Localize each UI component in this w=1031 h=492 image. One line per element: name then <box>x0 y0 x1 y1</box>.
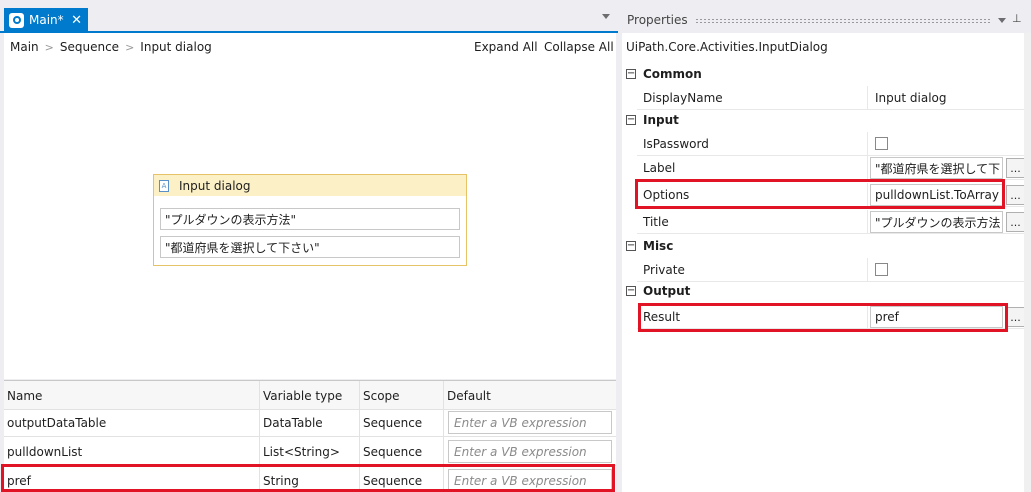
tab-list-dropdown-icon[interactable] <box>602 14 610 19</box>
dialog-title-field[interactable]: "プルダウンの表示方法" <box>160 208 460 230</box>
workflow-designer: Main* ✕ Main > Sequence > Input dialog E… <box>0 0 618 492</box>
table-row[interactable]: outputDataTable DataTable Sequence Enter… <box>4 408 616 437</box>
variable-name[interactable]: outputDataTable <box>4 408 260 437</box>
column-divider <box>867 210 868 234</box>
document-tab-strip: Main* ✕ <box>0 0 618 33</box>
property-name: Label <box>643 161 676 175</box>
column-header-scope[interactable]: Scope <box>360 381 444 410</box>
property-name: Result <box>643 310 681 324</box>
table-row[interactable]: pulldownList List<String> Sequence Enter… <box>4 437 616 466</box>
property-name: IsPassword <box>643 137 709 151</box>
column-header-default[interactable]: Default <box>444 381 616 410</box>
panel-menu-dropdown-icon[interactable] <box>998 18 1006 23</box>
variable-type[interactable]: String <box>260 466 360 492</box>
column-divider <box>867 132 868 156</box>
variable-name[interactable]: pulldownList <box>4 437 260 466</box>
tab-main[interactable]: Main* ✕ <box>4 8 88 32</box>
ispassword-checkbox[interactable] <box>875 137 888 150</box>
category-label: Common <box>643 67 702 81</box>
workflow-icon <box>9 12 24 28</box>
title-ellipsis-button[interactable]: ... <box>1006 212 1025 232</box>
default-value-input[interactable]: Enter a VB expression <box>448 469 612 492</box>
column-divider <box>867 305 868 329</box>
table-row[interactable]: pref String Sequence Enter a VB expressi… <box>4 466 616 492</box>
properties-panel: Properties ⊥ UiPath.Core.Activities.Inpu… <box>622 7 1031 492</box>
pin-icon[interactable]: ⊥ <box>1012 12 1022 25</box>
category-misc[interactable]: − Misc <box>622 235 1026 257</box>
expand-all-link[interactable]: Expand All <box>474 40 538 54</box>
property-row-options[interactable]: Options pulldownList.ToArray ... <box>637 183 1028 207</box>
variables-header-row: Name Variable type Scope Default <box>4 381 616 410</box>
input-dialog-icon: A <box>159 179 169 192</box>
activity-title: Input dialog <box>179 178 251 193</box>
property-row-title[interactable]: Title "プルダウンの表示方法 ... <box>637 210 1028 234</box>
breadcrumb: Main > Sequence > Input dialog <box>10 40 212 54</box>
column-header-name[interactable]: Name <box>4 381 260 410</box>
input-label-field[interactable]: "都道府県を選択して下さい" <box>160 236 460 258</box>
panel-grip[interactable] <box>695 18 990 23</box>
variable-type[interactable]: DataTable <box>260 408 360 437</box>
collapse-icon[interactable]: − <box>626 69 636 79</box>
chevron-right-icon: > <box>125 40 135 54</box>
property-name: DisplayName <box>643 91 723 105</box>
chevron-right-icon: > <box>44 40 54 54</box>
column-header-variable-type[interactable]: Variable type <box>260 381 360 410</box>
label-ellipsis-button[interactable]: ... <box>1006 158 1025 178</box>
variable-scope[interactable]: Sequence <box>360 466 444 492</box>
property-row-result[interactable]: Result pref ... <box>637 305 1028 329</box>
variable-name[interactable]: pref <box>4 466 260 492</box>
default-value-input[interactable]: Enter a VB expression <box>448 411 612 434</box>
variable-scope[interactable]: Sequence <box>360 408 444 437</box>
property-row-private[interactable]: Private <box>637 258 1028 282</box>
category-output[interactable]: − Output <box>622 280 1026 302</box>
breadcrumb-item-input-dialog[interactable]: Input dialog <box>140 40 211 54</box>
column-divider <box>867 183 868 207</box>
close-icon[interactable]: ✕ <box>71 13 82 28</box>
default-value-input[interactable]: Enter a VB expression <box>448 440 612 463</box>
designer-canvas[interactable]: Main > Sequence > Input dialog Expand Al… <box>4 33 616 379</box>
options-input[interactable]: pulldownList.ToArray <box>870 184 1003 206</box>
result-input[interactable]: pref <box>870 306 1003 328</box>
column-divider <box>867 156 868 180</box>
properties-scrollbar[interactable] <box>1024 33 1031 492</box>
tab-main-label: Main* <box>29 13 64 27</box>
category-label: Misc <box>643 239 674 253</box>
properties-title-bar: Properties ⊥ <box>622 7 1031 33</box>
category-input[interactable]: − Input <box>622 109 1026 131</box>
category-label: Output <box>643 284 691 298</box>
property-row-label[interactable]: Label "都道府県を選択して下 ... <box>637 156 1028 180</box>
category-common[interactable]: − Common <box>622 63 1026 85</box>
property-name: Title <box>643 215 669 229</box>
private-checkbox[interactable] <box>875 263 888 276</box>
label-input[interactable]: "都道府県を選択して下 <box>870 157 1003 179</box>
property-row-ispassword[interactable]: IsPassword <box>637 132 1028 156</box>
variable-scope[interactable]: Sequence <box>360 437 444 466</box>
property-name: Options <box>643 188 690 202</box>
properties-title: Properties <box>627 13 688 27</box>
activity-header[interactable]: A Input dialog <box>154 175 466 196</box>
displayname-input[interactable]: Input dialog <box>870 86 946 110</box>
activity-type-name: UiPath.Core.Activities.InputDialog <box>626 40 828 54</box>
category-label: Input <box>643 113 679 127</box>
variable-type[interactable]: List<String> <box>260 437 360 466</box>
breadcrumb-item-sequence[interactable]: Sequence <box>60 40 119 54</box>
collapse-icon[interactable]: − <box>626 241 636 251</box>
collapse-icon[interactable]: − <box>626 286 636 296</box>
column-divider <box>867 86 868 110</box>
options-ellipsis-button[interactable]: ... <box>1006 185 1025 205</box>
result-ellipsis-button[interactable]: ... <box>1006 307 1025 327</box>
property-row-displayname[interactable]: DisplayName Input dialog <box>637 86 1028 110</box>
collapse-icon[interactable]: − <box>626 115 636 125</box>
column-divider <box>867 258 868 282</box>
title-input[interactable]: "プルダウンの表示方法 <box>870 211 1003 233</box>
input-dialog-activity[interactable]: A Input dialog "プルダウンの表示方法" "都道府県を選択して下さ… <box>153 174 467 266</box>
collapse-all-link[interactable]: Collapse All <box>544 40 614 54</box>
variables-panel: Name Variable type Scope Default outputD… <box>4 380 616 492</box>
breadcrumb-item-main[interactable]: Main <box>10 40 39 54</box>
property-name: Private <box>643 263 685 277</box>
